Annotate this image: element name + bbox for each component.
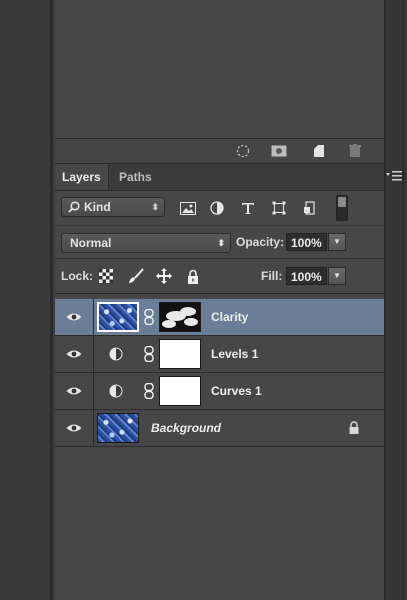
visibility-toggle[interactable]: [55, 410, 94, 446]
blend-mode-value: Normal: [70, 236, 112, 250]
layer-name: Clarity: [211, 310, 249, 324]
dock-edge-outer: [402, 0, 404, 600]
filter-type-layers-icon[interactable]: [239, 199, 257, 217]
trash-icon[interactable]: [347, 143, 363, 159]
layer-row-levels-1[interactable]: Levels 1: [55, 336, 384, 373]
panel-tabbar: Layers Paths: [55, 164, 402, 191]
visibility-toggle[interactable]: [55, 336, 94, 372]
filter-pixel-layers-icon[interactable]: [179, 199, 197, 217]
lock-row: Lock: Fill: 100% ▼: [55, 259, 384, 294]
opacity-input[interactable]: 100%: [286, 233, 327, 251]
layer-thumbnail[interactable]: [97, 413, 139, 443]
lock-transparent-pixels-icon[interactable]: [97, 267, 115, 285]
filter-kind-label: Kind: [84, 200, 111, 214]
search-icon: [68, 201, 80, 213]
filter-toggle-switch[interactable]: [336, 195, 348, 221]
layer-mask-thumbnail[interactable]: [159, 302, 201, 332]
selection-dotted-circle-icon[interactable]: [235, 143, 251, 159]
layer-name: Background: [151, 421, 222, 435]
blend-mode-select[interactable]: Normal ⬍: [61, 233, 231, 253]
left-gutter: [0, 0, 50, 600]
updown-arrow-icon: ⬍: [217, 238, 225, 248]
layer-mask-thumbnail[interactable]: [159, 376, 201, 406]
link-chain-icon[interactable]: [144, 383, 154, 399]
panel-menu-icon[interactable]: [384, 170, 406, 184]
tab-layers[interactable]: Layers: [55, 164, 109, 190]
lock-image-pixels-brush-icon[interactable]: [127, 267, 145, 285]
right-dock-strip: [384, 0, 407, 600]
lock-label: Lock:: [61, 269, 94, 283]
filter-smart-objects-icon[interactable]: [301, 199, 319, 217]
updown-arrow-icon: ⬍: [151, 202, 159, 212]
filter-shape-layers-icon[interactable]: [270, 199, 288, 217]
lock-icon: [349, 421, 359, 434]
adjustment-layer-icon: [109, 384, 123, 398]
link-chain-icon[interactable]: [144, 346, 154, 362]
lock-position-move-icon[interactable]: [155, 267, 173, 285]
dock-edge: [384, 0, 386, 600]
layer-row-curves-1[interactable]: Curves 1: [55, 373, 384, 410]
layer-filter-row: Kind ⬍: [55, 191, 384, 226]
eye-icon: [66, 424, 82, 432]
fill-input[interactable]: 100%: [286, 267, 327, 285]
visibility-toggle[interactable]: [55, 373, 94, 409]
mask-blob: [162, 320, 176, 328]
adjustment-layer-icon: [109, 347, 123, 361]
layer-row-background[interactable]: Background: [55, 410, 384, 447]
upper-panel-toolbar: [55, 139, 384, 164]
eye-icon: [66, 350, 82, 358]
fill-dropdown-button[interactable]: ▼: [328, 267, 346, 285]
mask-blob: [180, 307, 196, 316]
layers-panel: Layers Paths Kind ⬍ Normal ⬍ Opacity: 10…: [55, 164, 402, 600]
visibility-toggle[interactable]: [55, 299, 94, 335]
toggle-knob: [338, 197, 346, 207]
layer-name: Levels 1: [211, 347, 259, 361]
layer-name: Curves 1: [211, 384, 262, 398]
tab-paths[interactable]: Paths: [112, 164, 159, 190]
fill-label: Fill:: [261, 269, 283, 283]
eye-icon: [66, 387, 82, 395]
upper-panel: [55, 0, 384, 139]
filter-adjustment-layers-icon[interactable]: [208, 199, 226, 217]
layer-thumbnail[interactable]: [97, 302, 139, 332]
blend-row: Normal ⬍ Opacity: 100% ▼: [55, 226, 384, 259]
opacity-label: Opacity:: [236, 235, 285, 249]
opacity-dropdown-button[interactable]: ▼: [328, 233, 346, 251]
add-mask-icon[interactable]: [271, 143, 287, 159]
eye-icon: [66, 313, 82, 321]
mask-blob: [184, 318, 198, 326]
link-chain-icon[interactable]: [144, 309, 154, 325]
filter-kind-select[interactable]: Kind ⬍: [61, 197, 165, 217]
layers-empty-area: [55, 448, 384, 600]
panel-divider: [50, 0, 53, 600]
layer-mask-thumbnail[interactable]: [159, 339, 201, 369]
lock-all-padlock-icon[interactable]: [184, 267, 202, 285]
new-channel-icon[interactable]: [311, 143, 327, 159]
layer-row-clarity[interactable]: Clarity: [55, 299, 384, 336]
